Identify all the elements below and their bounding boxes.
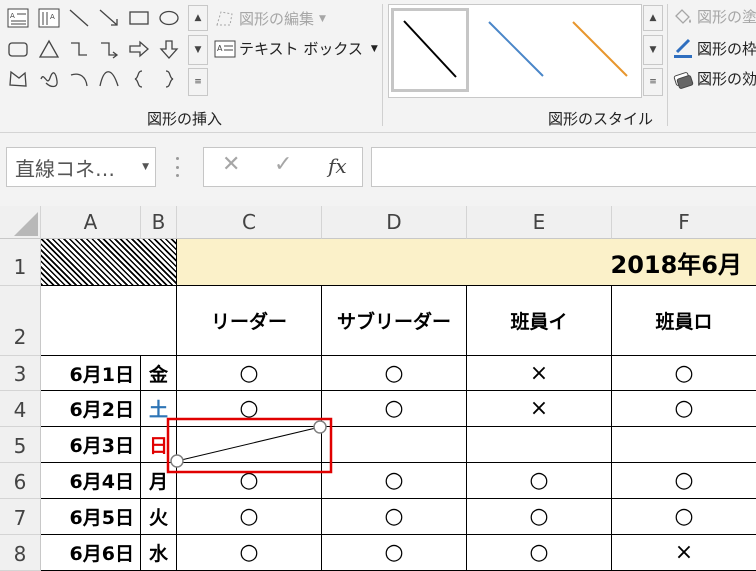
chevron-down-icon: ▼ bbox=[370, 43, 378, 54]
connector-end-handle bbox=[313, 420, 327, 434]
elbow-arrow-connector-shape-icon[interactable] bbox=[96, 38, 122, 60]
styles-scroll-down-button[interactable]: ▼ bbox=[643, 35, 663, 65]
curve-shape-icon[interactable] bbox=[96, 68, 122, 90]
elbow-connector-shape-icon[interactable] bbox=[66, 38, 92, 60]
svg-text:A: A bbox=[10, 12, 15, 20]
shape-style-gallery bbox=[388, 4, 642, 98]
freeform-shape-icon[interactable] bbox=[5, 68, 31, 90]
selection-highlight-box bbox=[166, 417, 333, 474]
right-arrow-shape-icon[interactable] bbox=[126, 38, 152, 60]
connector-overlay bbox=[166, 417, 333, 474]
right-brace-shape-icon[interactable] bbox=[156, 68, 182, 90]
edit-shape-label: 図形の編集 bbox=[239, 10, 315, 28]
pencil-icon bbox=[672, 37, 694, 59]
chevron-down-icon[interactable]: ▼ bbox=[142, 162, 149, 172]
name-box[interactable]: 直線コネ… ▼ bbox=[6, 147, 156, 187]
styles-more-button[interactable]: ≡ bbox=[643, 68, 663, 96]
connector-start-handle bbox=[170, 454, 184, 468]
splitter-handle-icon[interactable] bbox=[176, 157, 179, 177]
oval-shape-icon[interactable] bbox=[156, 7, 182, 29]
edit-shape-button[interactable]: 図形の編集 ▼ bbox=[214, 8, 326, 29]
rectangle-shape-icon[interactable] bbox=[126, 7, 152, 29]
ribbon: A A ▲ ▼ ≡ 図形の編集 ▼ A テキスト ボックス ▼ 図形の挿入 ▲ … bbox=[0, 0, 756, 133]
paint-bucket-icon bbox=[672, 7, 694, 27]
shape-styles-group-label: 図形のスタイル bbox=[548, 110, 654, 128]
group-separator bbox=[382, 4, 383, 126]
shape-fill-label: 図形の塗 bbox=[697, 8, 756, 26]
formula-bar: 直線コネ… ▼ ✕ ✓ fx bbox=[0, 133, 756, 207]
formula-buttons: ✕ ✓ fx bbox=[203, 147, 363, 187]
worksheet-grid: A B C D E F 1 2 3 4 5 6 7 8 2018年6月 リーダー… bbox=[0, 206, 756, 571]
left-brace-shape-icon[interactable] bbox=[126, 68, 152, 90]
scribble-shape-icon[interactable] bbox=[36, 68, 62, 90]
straight-connector-line bbox=[176, 426, 321, 462]
shapes-scroll-down-button[interactable]: ▼ bbox=[188, 35, 208, 65]
shape-outline-button[interactable]: 図形の枠 bbox=[672, 37, 756, 59]
shape-effects-button[interactable]: 図形の効 bbox=[672, 68, 756, 89]
line-shape-icon[interactable] bbox=[66, 7, 92, 29]
styles-scroll-up-button[interactable]: ▲ bbox=[643, 5, 663, 31]
formula-input[interactable] bbox=[371, 147, 756, 187]
shape-fill-button[interactable]: 図形の塗 bbox=[672, 6, 756, 27]
svg-text:A: A bbox=[217, 44, 223, 53]
svg-text:A: A bbox=[50, 13, 55, 21]
style-preset-blue-line[interactable] bbox=[477, 8, 555, 92]
rounded-rectangle-shape-icon[interactable] bbox=[5, 38, 31, 60]
arrow-line-shape-icon[interactable] bbox=[96, 7, 122, 29]
text-box-label: テキスト ボックス bbox=[239, 40, 363, 58]
vertical-textbox-shape-icon[interactable]: A bbox=[36, 7, 62, 29]
arc-shape-icon[interactable] bbox=[66, 68, 92, 90]
shape-effects-icon bbox=[672, 69, 694, 89]
shape-effects-label: 図形の効 bbox=[697, 70, 756, 88]
triangle-shape-icon[interactable] bbox=[36, 38, 62, 60]
style-preset-black-line[interactable] bbox=[391, 8, 469, 92]
edit-shape-icon bbox=[214, 9, 236, 29]
chevron-down-icon: ▼ bbox=[319, 13, 326, 24]
down-arrow-shape-icon[interactable] bbox=[156, 38, 182, 60]
enter-check-icon[interactable]: ✓ bbox=[274, 152, 292, 177]
textbox-shape-icon[interactable]: A bbox=[5, 7, 31, 29]
text-box-button[interactable]: A テキスト ボックス ▼ bbox=[214, 38, 378, 59]
name-box-value: 直線コネ… bbox=[15, 156, 115, 181]
insert-function-button[interactable]: fx bbox=[328, 154, 347, 178]
insert-shapes-group-label: 図形の挿入 bbox=[147, 110, 223, 128]
text-box-icon: A bbox=[214, 39, 236, 59]
style-preset-orange-line[interactable] bbox=[561, 8, 639, 92]
group-separator bbox=[667, 4, 668, 126]
shapes-more-button[interactable]: ≡ bbox=[188, 68, 208, 96]
shape-outline-label: 図形の枠 bbox=[697, 39, 756, 58]
shapes-scroll-up-button[interactable]: ▲ bbox=[188, 5, 208, 31]
cancel-icon[interactable]: ✕ bbox=[222, 152, 240, 177]
